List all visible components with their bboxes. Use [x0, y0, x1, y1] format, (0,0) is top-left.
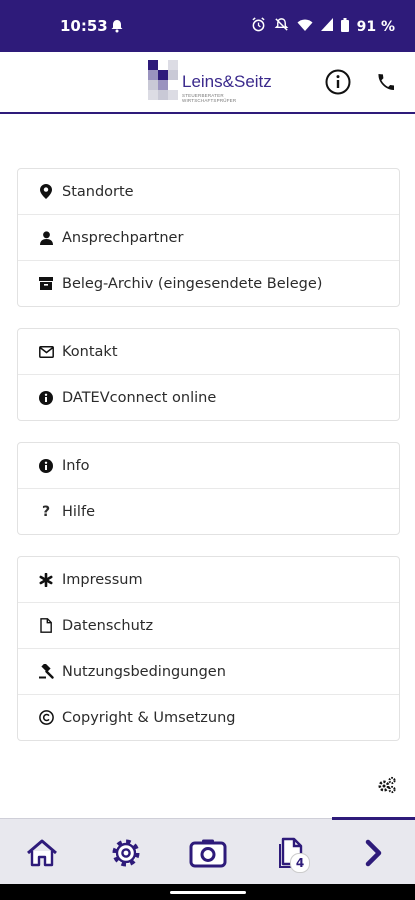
- menu-item-label: Standorte: [62, 183, 134, 200]
- menu-group-help: Info ? Hilfe: [17, 442, 400, 535]
- nav-settings-button[interactable]: [106, 833, 146, 873]
- menu-item-label: Nutzungsbedingungen: [62, 663, 226, 680]
- status-bar: 10:53 91 %: [0, 0, 415, 52]
- menu-item-label: Impressum: [62, 571, 143, 588]
- nav-documents-button[interactable]: 4: [272, 833, 312, 873]
- gavel-icon: [38, 664, 54, 679]
- bottom-navigation: 4: [0, 817, 415, 885]
- menu-item-label: Ansprechpartner: [62, 229, 184, 246]
- menu-item-label: Datenschutz: [62, 617, 154, 634]
- brand-tagline: STEUERBERATER WIRTSCHAFTSPRÜFER: [182, 93, 237, 103]
- chevron-right-icon: [365, 839, 382, 867]
- signal-icon: [320, 18, 333, 35]
- info-button[interactable]: [322, 66, 354, 98]
- archive-icon: [38, 277, 54, 290]
- menu-item-label: Beleg-Archiv (eingesendete Belege): [62, 275, 323, 292]
- gear-icon: [112, 839, 140, 867]
- mute-icon: [274, 17, 289, 36]
- battery-icon: [340, 17, 349, 36]
- menu-item-label: Kontakt: [62, 343, 118, 360]
- envelope-icon: [38, 345, 54, 358]
- menu-item-label: Hilfe: [62, 503, 95, 520]
- asterisk-icon: [38, 572, 54, 587]
- question-icon: ?: [41, 503, 51, 520]
- notification-bell-icon: [110, 18, 124, 37]
- brand-name: Leins&Seitz: [182, 72, 272, 91]
- menu-item-label: Info: [62, 457, 90, 474]
- map-marker-icon: [38, 184, 54, 199]
- menu-item-ansprechpartner[interactable]: Ansprechpartner: [18, 214, 399, 260]
- brand-logo[interactable]: Leins&Seitz STEUERBERATER WIRTSCHAFTSPRÜ…: [148, 60, 273, 104]
- menu-item-nutzungsbedingungen[interactable]: Nutzungsbedingungen: [18, 648, 399, 694]
- documents-count-badge: 4: [290, 853, 310, 873]
- menu-item-standorte[interactable]: Standorte: [18, 169, 399, 214]
- copyright-icon: [38, 710, 54, 725]
- menu-group-contact: Kontakt DATEVconnect online: [17, 328, 400, 421]
- menu-item-impressum[interactable]: Impressum: [18, 557, 399, 602]
- menu-group-company: Standorte Ansprechpartner Beleg-Archiv (…: [17, 168, 400, 307]
- active-tab-indicator: [332, 817, 415, 820]
- home-icon: [27, 839, 57, 867]
- menu-group-legal: Impressum Datenschutz Nutzungsbedingunge…: [17, 556, 400, 741]
- nav-next-button[interactable]: [354, 833, 394, 873]
- wifi-icon: [297, 18, 313, 36]
- system-navigation-bar: [0, 884, 415, 900]
- app-header: Leins&Seitz STEUERBERATER WIRTSCHAFTSPRÜ…: [0, 52, 415, 114]
- phone-button[interactable]: [370, 66, 402, 98]
- phone-icon: [378, 74, 394, 90]
- person-icon: [38, 230, 54, 245]
- menu-item-beleg-archiv[interactable]: Beleg-Archiv (eingesendete Belege): [18, 260, 399, 306]
- menu-item-hilfe[interactable]: ? Hilfe: [18, 488, 399, 534]
- menu-item-kontakt[interactable]: Kontakt: [18, 329, 399, 374]
- document-icon: [38, 618, 54, 633]
- gesture-handle[interactable]: [170, 891, 246, 894]
- camera-icon: [189, 839, 227, 868]
- battery-percent: 91 %: [356, 18, 395, 35]
- info-circle-icon: [38, 390, 54, 405]
- menu-item-info[interactable]: Info: [18, 443, 399, 488]
- menu-item-datenschutz[interactable]: Datenschutz: [18, 602, 399, 648]
- advanced-settings-button[interactable]: [377, 776, 397, 798]
- nav-home-button[interactable]: [22, 833, 62, 873]
- info-circle-icon: [38, 458, 54, 473]
- info-icon: [325, 69, 351, 95]
- nav-camera-button[interactable]: [188, 833, 228, 873]
- alarm-icon: [251, 17, 266, 36]
- menu-item-label: DATEVconnect online: [62, 389, 217, 406]
- status-time: 10:53: [60, 17, 108, 35]
- menu-item-datevconnect[interactable]: DATEVconnect online: [18, 374, 399, 420]
- cogs-icon: [378, 776, 396, 794]
- menu-item-copyright[interactable]: Copyright & Umsetzung: [18, 694, 399, 740]
- logo-mark-icon: [148, 60, 178, 100]
- menu-item-label: Copyright & Umsetzung: [62, 709, 236, 726]
